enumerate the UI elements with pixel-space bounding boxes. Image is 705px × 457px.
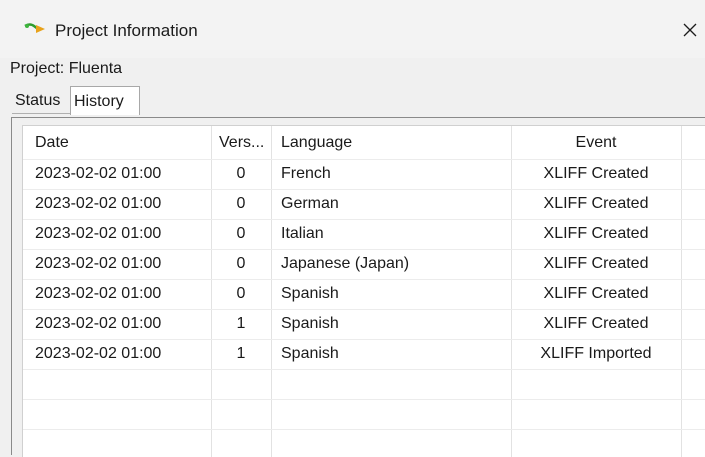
cell-version: 0 — [236, 255, 246, 272]
table-row[interactable]: 2023-02-02 01:00 0 Italian XLIFF Created — [23, 219, 705, 249]
cell-event: XLIFF Created — [543, 225, 649, 242]
table-row[interactable]: 2023-02-02 01:00 1 Spanish XLIFF Importe… — [23, 339, 705, 369]
cell-event: XLIFF Imported — [540, 345, 652, 362]
table-row[interactable]: 2023-02-02 01:00 0 German XLIFF Created — [23, 189, 705, 219]
cell-language: Spanish — [281, 315, 339, 332]
cell-language: Spanish — [281, 285, 339, 302]
cell-version: 0 — [236, 225, 246, 242]
cell-version: 1 — [236, 345, 246, 362]
project-label: Project: Fluenta — [10, 60, 123, 77]
history-panel: Date Vers... Language Event 2023-02-02 0… — [11, 117, 705, 457]
cell-date: 2023-02-02 01:00 — [35, 345, 162, 362]
cell-date: 2023-02-02 01:00 — [35, 165, 162, 182]
header-event[interactable]: Event — [511, 128, 681, 158]
header-language[interactable]: Language — [281, 128, 511, 158]
cell-event: XLIFF Created — [543, 195, 649, 212]
cell-version: 0 — [236, 195, 246, 212]
cell-date: 2023-02-02 01:00 — [35, 225, 162, 242]
cell-language: French — [281, 165, 331, 182]
cell-event: XLIFF Created — [543, 165, 649, 182]
title-bar: Project Information — [0, 0, 705, 58]
cell-date: 2023-02-02 01:00 — [35, 285, 162, 302]
cell-date: 2023-02-02 01:00 — [35, 315, 162, 332]
tab-history[interactable]: History — [70, 86, 140, 115]
table-row[interactable]: 2023-02-02 01:00 1 Spanish XLIFF Created — [23, 309, 705, 339]
header-date[interactable]: Date — [35, 128, 211, 158]
cell-version: 0 — [236, 285, 246, 302]
cell-language: Spanish — [281, 345, 339, 362]
cell-event: XLIFF Created — [543, 315, 649, 332]
cell-date: 2023-02-02 01:00 — [35, 255, 162, 272]
row-divider — [23, 399, 705, 400]
cell-event: XLIFF Created — [543, 285, 649, 302]
tab-status[interactable]: Status — [12, 87, 70, 114]
table-row[interactable]: 2023-02-02 01:00 0 Spanish XLIFF Created — [23, 279, 705, 309]
cell-language: Italian — [281, 225, 324, 242]
row-divider — [23, 429, 705, 430]
cell-language: Japanese (Japan) — [281, 255, 410, 272]
window-title: Project Information — [55, 21, 198, 40]
cell-event: XLIFF Created — [543, 255, 649, 272]
header-version[interactable]: Vers... — [219, 128, 279, 158]
cell-version: 0 — [236, 165, 246, 182]
app-arrow-icon — [24, 23, 45, 33]
cell-version: 1 — [236, 315, 246, 332]
close-button[interactable] — [676, 14, 704, 46]
cell-date: 2023-02-02 01:00 — [35, 195, 162, 212]
cell-language: German — [281, 195, 339, 212]
row-divider — [23, 369, 705, 370]
history-table[interactable]: Date Vers... Language Event 2023-02-02 0… — [22, 125, 705, 457]
table-row[interactable]: 2023-02-02 01:00 0 Japanese (Japan) XLIF… — [23, 249, 705, 279]
close-icon — [683, 23, 697, 37]
table-row[interactable]: 2023-02-02 01:00 0 French XLIFF Created — [23, 159, 705, 189]
